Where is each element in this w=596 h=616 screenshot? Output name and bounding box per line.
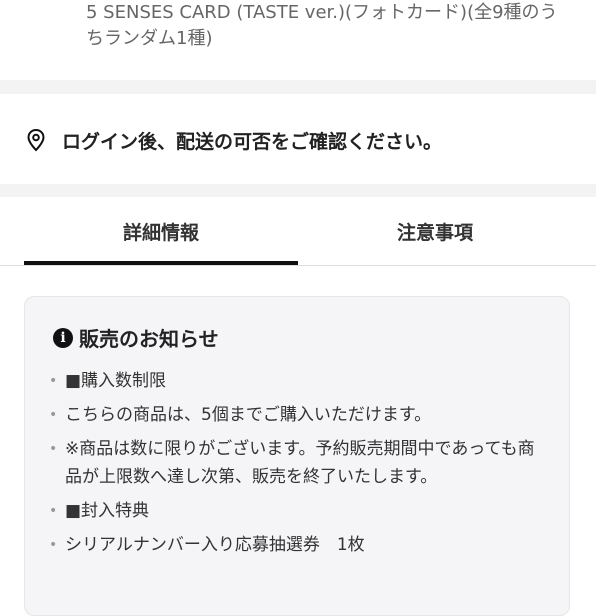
delivery-text: ログイン後、配送の可否をご確認ください。 [62,130,443,153]
notice-list: • ■購入数制限 • こちらの商品は、5個までご購入いただけます。 • ※商品は数に限… [47,367,547,565]
location-pin-icon [27,128,45,152]
list-item-text: ■封入特典 [65,501,150,521]
list-item-text: ※商品は数に限りがございます。予約販売期間中であっても商品が上限数へ達し次第、販… [65,439,535,487]
info-icon: i [53,327,73,348]
product-title: 5 SENSES CARD (TASTE ver.)(フォトカード)(全9種のう… [86,2,558,49]
list-item: • ■封入特典 [49,501,150,521]
list-item: • こちらの商品は、5個までご購入いただけます。 [49,405,432,425]
tab-details[interactable]: 詳細情報 [24,197,298,265]
notice-title: 販売のお知らせ [79,327,219,351]
list-item-text: シリアルナンバー入り応募抽選券 1枚 [65,535,365,555]
tab-notes[interactable]: 注意事項 [298,197,572,265]
list-item-text: ■購入数制限 [65,371,167,391]
section-divider [0,184,596,197]
list-item: • ※商品は数に限りがございます。予約販売期間中であっても商品が上限数へ達し次第、… [49,439,535,487]
list-item-text: こちらの商品は、5個までご購入いただけます。 [65,405,432,425]
delivery-check-notice[interactable]: ログイン後、配送の可否をご確認ください。 [24,122,442,158]
list-item: • ■購入数制限 [49,371,167,391]
active-tab-indicator [24,261,298,265]
section-divider [0,80,596,94]
sales-notice-box: i 販売のお知らせ • ■購入数制限 • こちらの商品は、5個までご購入いただけます… [24,296,570,616]
list-item: • シリアルナンバー入り応募抽選券 1枚 [49,535,365,555]
tab-bar: 詳細情報 注意事項 [0,197,596,266]
notice-header: i 販売のお知らせ [53,323,219,352]
